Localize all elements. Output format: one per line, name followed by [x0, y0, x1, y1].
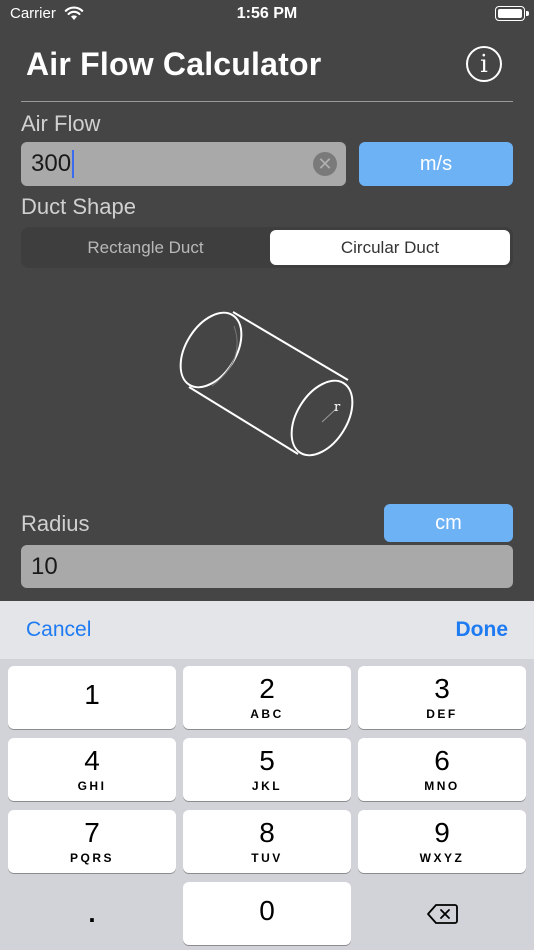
info-icon[interactable]: i [466, 46, 502, 82]
duct-shape-label: Duct Shape [21, 194, 136, 219]
key-6[interactable]: 6 MNO [358, 738, 526, 801]
air-flow-value: 300 [31, 150, 72, 177]
duct-shape-selector: Rectangle Duct Circular Duct [21, 227, 513, 268]
battery-icon [495, 6, 529, 21]
numeric-keyboard: Cancel Done 1 2 ABC 3 DEF 4 GHI 5 JKL 6 … [0, 601, 534, 950]
segment-circular-duct[interactable]: Circular Duct [270, 230, 510, 265]
backspace-icon [427, 903, 458, 924]
segment-rectangle-duct[interactable]: Rectangle Duct [24, 230, 267, 265]
key-5[interactable]: 5 JKL [183, 738, 351, 801]
key-4[interactable]: 4 GHI [8, 738, 176, 801]
keyboard-toolbar: Cancel Done [0, 601, 534, 659]
cancel-button[interactable]: Cancel [26, 618, 91, 642]
radius-symbol: r [334, 400, 341, 415]
radius-value: 10 [31, 552, 58, 580]
radius-unit-button[interactable]: cm [384, 504, 513, 542]
key-7[interactable]: 7 PQRS [8, 810, 176, 873]
key-decimal[interactable]: . [8, 882, 176, 945]
air-flow-input[interactable]: 300 ✕ [21, 142, 346, 186]
clear-icon[interactable]: ✕ [313, 152, 337, 176]
key-3[interactable]: 3 DEF [358, 666, 526, 729]
radius-input[interactable]: 10 [21, 545, 513, 588]
header-divider [21, 101, 513, 102]
text-caret [72, 150, 75, 178]
key-0[interactable]: 0 [183, 882, 351, 945]
key-8[interactable]: 8 TUV [183, 810, 351, 873]
air-flow-label: Air Flow [21, 111, 101, 136]
circular-duct-illustration [179, 311, 354, 457]
air-flow-unit-button[interactable]: m/s [359, 142, 513, 186]
key-9[interactable]: 9 WXYZ [358, 810, 526, 873]
backspace-key[interactable] [358, 882, 526, 945]
page-title: Air Flow Calculator [26, 46, 322, 82]
status-time: 1:56 PM [236, 5, 298, 22]
status-bar: Carrier 1:56 PM [0, 0, 534, 28]
key-1[interactable]: 1 [8, 666, 176, 729]
key-2[interactable]: 2 ABC [183, 666, 351, 729]
done-button[interactable]: Done [456, 618, 509, 642]
radius-label: Radius [21, 511, 90, 536]
